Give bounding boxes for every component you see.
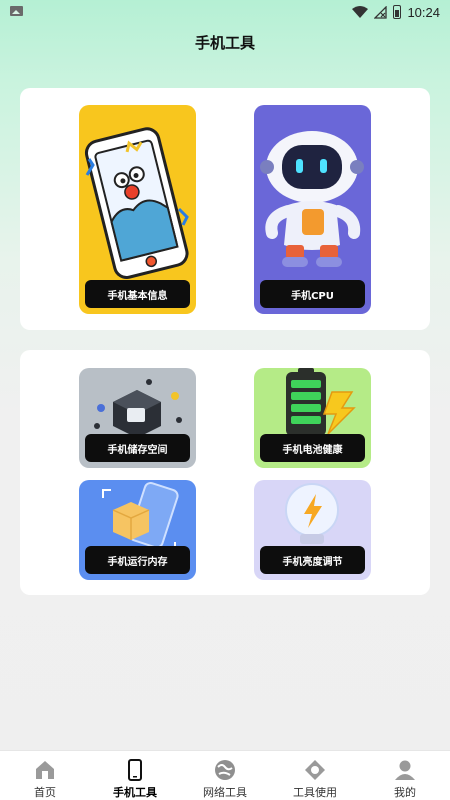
wifi-icon xyxy=(352,6,369,18)
nav-label: 网络工具 xyxy=(203,786,247,799)
status-bar: 10:24 xyxy=(0,0,450,24)
nav-label: 我的 xyxy=(394,786,416,799)
tile-phone-battery[interactable]: 手机电池健康 xyxy=(254,368,371,468)
phone-tools-card: 手机储存空间 手机电池健康 手机运行内存 手机亮度调节 xyxy=(20,350,430,595)
page-title: 手机工具 xyxy=(194,34,255,52)
battery-icon xyxy=(393,5,402,19)
bottom-nav: 首页 手机工具 网络工具 工具使用 我的 xyxy=(0,750,450,800)
gallery-notification-icon xyxy=(10,6,23,16)
signal-icon xyxy=(374,5,388,19)
tile-label: 手机CPU xyxy=(260,280,365,308)
nav-label: 首页 xyxy=(34,786,56,799)
tile-phone-cpu[interactable]: 手机CPU xyxy=(254,105,371,314)
tile-label: 手机亮度调节 xyxy=(260,546,365,574)
globe-icon xyxy=(213,758,237,781)
nav-label: 工具使用 xyxy=(293,786,337,799)
home-icon xyxy=(33,758,57,781)
status-time: 10:24 xyxy=(407,4,440,20)
tile-label: 手机运行内存 xyxy=(85,546,190,574)
tools-icon xyxy=(303,758,327,781)
tile-phone-memory[interactable]: 手机运行内存 xyxy=(79,480,196,580)
tile-phone-basic-info[interactable]: 手机基本信息 xyxy=(79,105,196,314)
nav-item-tool-usage[interactable]: 工具使用 xyxy=(270,751,360,800)
phone-icon xyxy=(123,758,147,781)
tile-label: 手机基本信息 xyxy=(85,280,190,308)
tile-phone-storage[interactable]: 手机储存空间 xyxy=(79,368,196,468)
tile-label: 手机储存空间 xyxy=(85,434,190,462)
tile-label: 手机电池健康 xyxy=(260,434,365,462)
nav-item-phone-tools[interactable]: 手机工具 xyxy=(90,751,180,800)
tile-phone-brightness[interactable]: 手机亮度调节 xyxy=(254,480,371,580)
nav-label: 手机工具 xyxy=(113,786,157,799)
nav-item-home[interactable]: 首页 xyxy=(0,751,90,800)
nav-item-mine[interactable]: 我的 xyxy=(360,751,450,800)
nav-item-network-tools[interactable]: 网络工具 xyxy=(180,751,270,800)
phone-info-card: 手机基本信息 手机CPU xyxy=(20,88,430,330)
person-icon xyxy=(393,758,417,781)
